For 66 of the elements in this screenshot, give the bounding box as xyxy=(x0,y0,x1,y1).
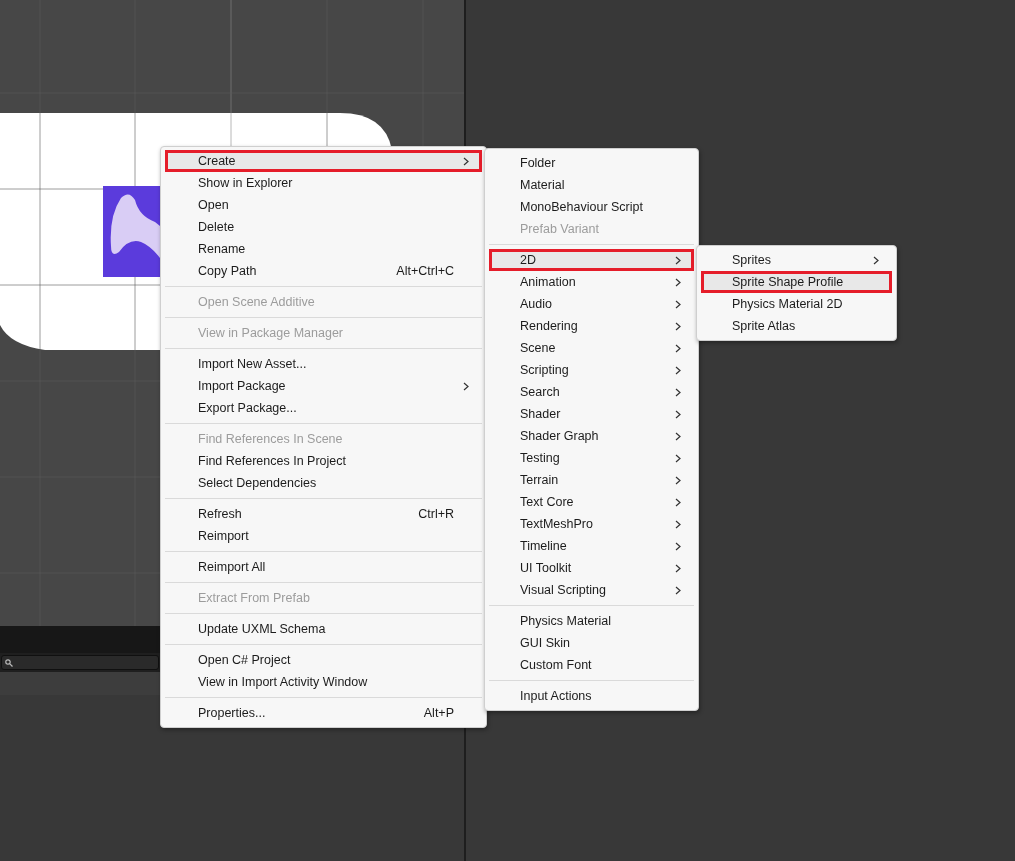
menu-item[interactable]: Scene xyxy=(489,337,694,359)
menu-item[interactable]: Refresh Ctrl+R xyxy=(165,503,482,525)
chevron-right-icon xyxy=(675,365,681,375)
chevron-right-icon xyxy=(675,541,681,551)
menu-item[interactable]: Sprites xyxy=(701,249,892,271)
menu-item[interactable]: Copy Path Alt+Ctrl+C xyxy=(165,260,482,282)
chevron-right-icon xyxy=(675,321,681,331)
menu-item[interactable]: Shader xyxy=(489,403,694,425)
menu-item[interactable]: Input Actions xyxy=(489,685,694,707)
menu-item[interactable]: Show in Explorer xyxy=(165,172,482,194)
chevron-right-icon xyxy=(675,519,681,529)
chevron-right-icon xyxy=(675,299,681,309)
menu-item[interactable]: Physics Material 2D xyxy=(701,293,892,315)
chevron-right-icon xyxy=(463,381,469,391)
chevron-right-icon xyxy=(675,585,681,595)
menu-item[interactable]: Reimport All xyxy=(165,556,482,578)
menu-item[interactable]: MonoBehaviour Script xyxy=(489,196,694,218)
menu-item[interactable]: Open C# Project xyxy=(165,649,482,671)
menu-item[interactable]: 2D xyxy=(489,249,694,271)
menu-item[interactable]: View in Import Activity Window xyxy=(165,671,482,693)
chevron-right-icon xyxy=(675,343,681,353)
menu-item[interactable]: Reimport xyxy=(165,525,482,547)
chevron-right-icon xyxy=(873,255,879,265)
chevron-right-icon xyxy=(675,431,681,441)
menu-item[interactable]: Testing xyxy=(489,447,694,469)
menu-item[interactable]: Rendering xyxy=(489,315,694,337)
menu-item[interactable]: UI Toolkit xyxy=(489,557,694,579)
menu-item[interactable]: GUI Skin xyxy=(489,632,694,654)
menu-item[interactable]: Rename xyxy=(165,238,482,260)
menu-item[interactable]: Open xyxy=(165,194,482,216)
chevron-right-icon xyxy=(675,475,681,485)
menu-item[interactable]: Import New Asset... xyxy=(165,353,482,375)
chevron-right-icon xyxy=(463,156,469,166)
chevron-right-icon xyxy=(675,409,681,419)
chevron-right-icon xyxy=(675,453,681,463)
chevron-right-icon xyxy=(675,563,681,573)
menu-item[interactable]: Text Core xyxy=(489,491,694,513)
menu-item[interactable]: Sprite Atlas xyxy=(701,315,892,337)
chevron-right-icon xyxy=(675,277,681,287)
menu-item[interactable]: Animation xyxy=(489,271,694,293)
chevron-right-icon xyxy=(675,497,681,507)
menu-item[interactable]: Import Package xyxy=(165,375,482,397)
search-icon xyxy=(5,658,13,667)
menu-item[interactable]: Timeline xyxy=(489,535,694,557)
menu-item[interactable]: Terrain xyxy=(489,469,694,491)
menu-item[interactable]: Find References In Project xyxy=(165,450,482,472)
chevron-right-icon xyxy=(675,255,681,265)
menu-item[interactable]: Audio xyxy=(489,293,694,315)
chevron-right-icon xyxy=(675,387,681,397)
menu-item[interactable]: Select Dependencies xyxy=(165,472,482,494)
menu-item[interactable]: Search xyxy=(489,381,694,403)
menu-item[interactable]: Export Package... xyxy=(165,397,482,419)
menu-item[interactable]: Properties... Alt+P xyxy=(165,702,482,724)
menu-item[interactable]: Visual Scripting xyxy=(489,579,694,601)
menu-item[interactable]: Custom Font xyxy=(489,654,694,676)
menu-item[interactable]: Delete xyxy=(165,216,482,238)
menu-item[interactable]: Create xyxy=(165,150,482,172)
menu-item[interactable]: Physics Material xyxy=(489,610,694,632)
menu-item[interactable]: Update UXML Schema xyxy=(165,618,482,640)
menu-item[interactable]: Sprite Shape Profile xyxy=(701,271,892,293)
menu-item[interactable]: Folder xyxy=(489,152,694,174)
menu-item[interactable]: Material xyxy=(489,174,694,196)
menu-item[interactable]: Shader Graph xyxy=(489,425,694,447)
menu-item[interactable]: Scripting xyxy=(489,359,694,381)
menu-item[interactable]: TextMeshPro xyxy=(489,513,694,535)
search-field[interactable] xyxy=(1,655,159,670)
